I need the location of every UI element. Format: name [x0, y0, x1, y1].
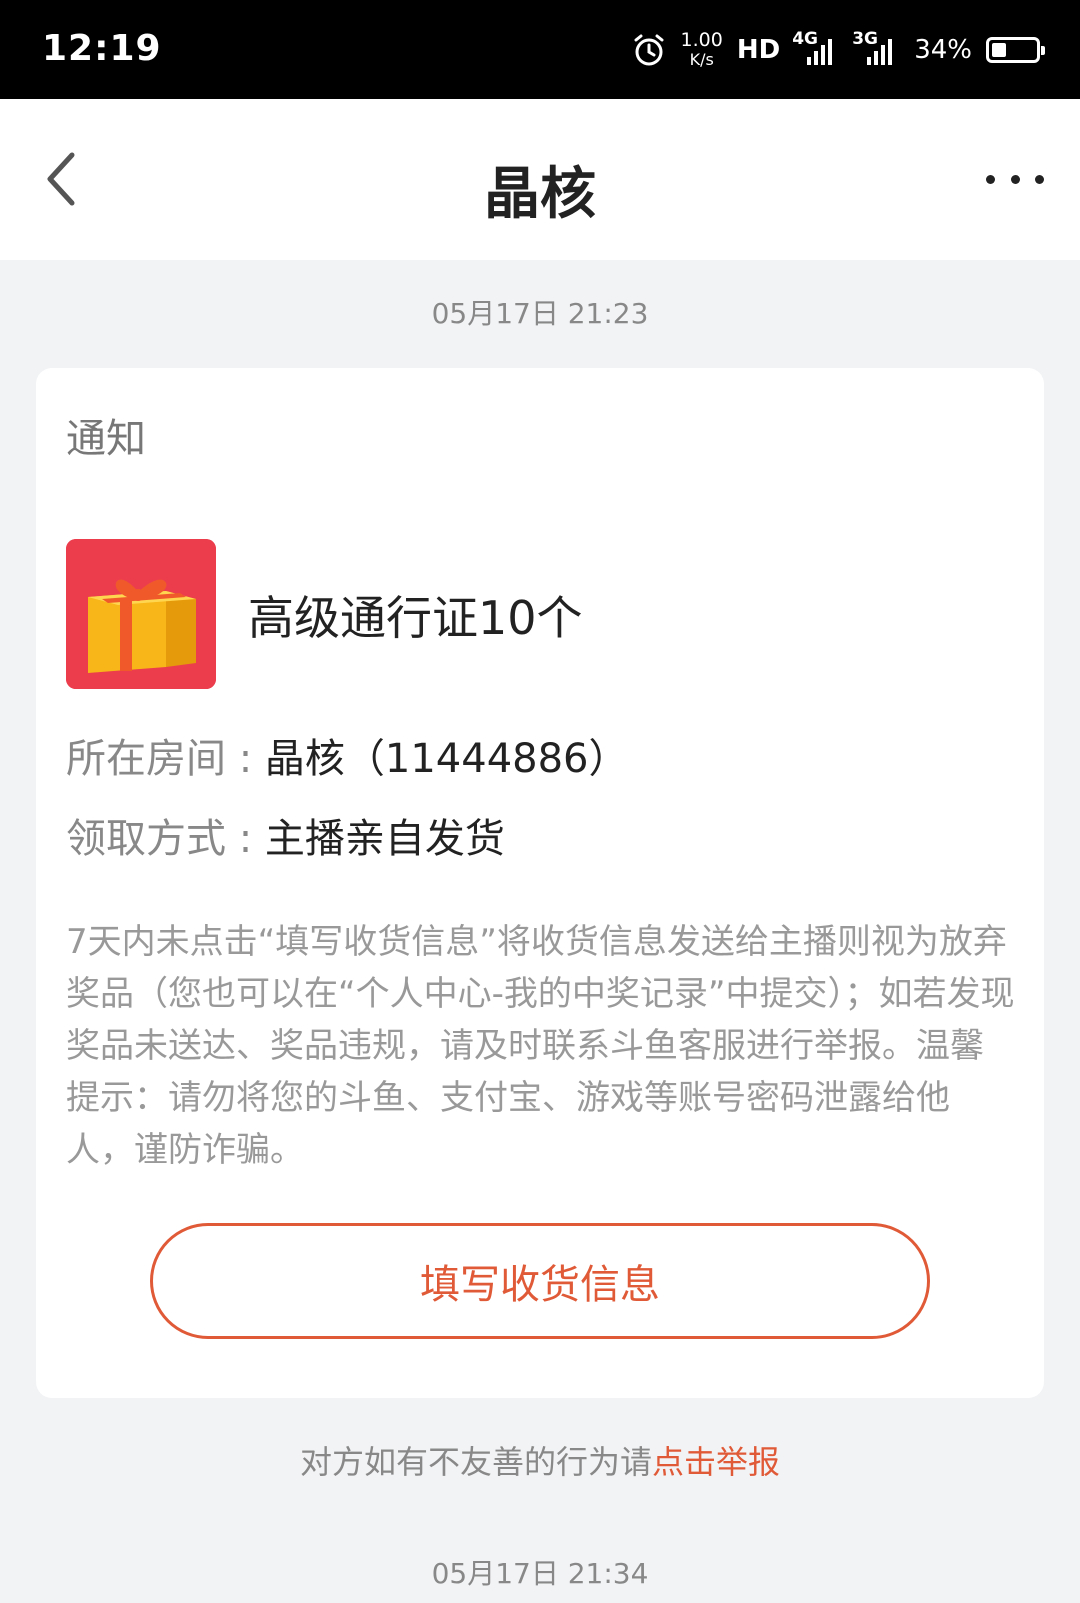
message-timestamp: 05月17日 21:34 — [431, 1557, 649, 1590]
room-info: 所在房间 : 晶核（11444886） — [66, 726, 629, 784]
network-speed: 1.00 K/s — [680, 29, 723, 70]
status-time: 12:19 — [42, 28, 162, 69]
claim-method-label: 领取方式 : — [66, 816, 265, 862]
fill-shipping-info-button[interactable]: 填写收货信息 — [150, 1223, 930, 1339]
message-timestamp: 05月17日 21:23 — [431, 297, 649, 330]
report-prefix: 对方如有不友善的行为请 — [299, 1443, 652, 1481]
network-speed-value: 1.00 — [680, 29, 723, 51]
battery-icon — [986, 37, 1045, 63]
claim-method-info: 领取方式 : 主播亲自发货 — [66, 806, 505, 864]
notification-card: 通知 高级通行证10个 所在房间 : 晶核（11444886） 领取方式 : 主… — [36, 368, 1044, 1398]
claim-method-value: 主播亲自发货 — [264, 816, 505, 862]
more-dots-icon — [986, 174, 995, 184]
more-button[interactable] — [980, 159, 1050, 199]
signal-4g-icon: 4G — [792, 29, 840, 65]
page-title: 晶核 — [484, 162, 596, 227]
battery-level — [992, 43, 1007, 57]
signal-3g-icon: 3G — [852, 29, 900, 65]
signal-3g-label: 3G — [852, 29, 878, 49]
nav-bar: 晶核 — [0, 99, 1080, 260]
report-link[interactable]: 点击举报 — [652, 1443, 780, 1481]
hd-indicator: HD — [736, 35, 781, 65]
alarm-icon — [634, 34, 664, 66]
notice-text: 7天内未点击“填写收货信息”将收货信息发送给主播则视为放弃奖品（您也可以在“个人… — [66, 922, 1015, 1170]
battery-percent: 34% — [914, 35, 972, 65]
prize-name: 高级通行证10个 — [248, 591, 583, 645]
card-title: 通知 — [66, 416, 146, 462]
status-icons: 1.00 K/s HD 4G 3G 34% — [631, 24, 1045, 76]
gift-box-icon — [66, 539, 216, 689]
network-speed-unit: K/s — [689, 50, 714, 69]
status-bar: 12:19 1.00 K/s HD 4G 3G 34% — [0, 0, 1080, 99]
report-line: 对方如有不友善的行为请点击举报 — [0, 1437, 1080, 1483]
room-value: 晶核（11444886） — [264, 736, 629, 782]
signal-4g-label: 4G — [792, 29, 818, 49]
room-label: 所在房间 : — [66, 736, 265, 782]
